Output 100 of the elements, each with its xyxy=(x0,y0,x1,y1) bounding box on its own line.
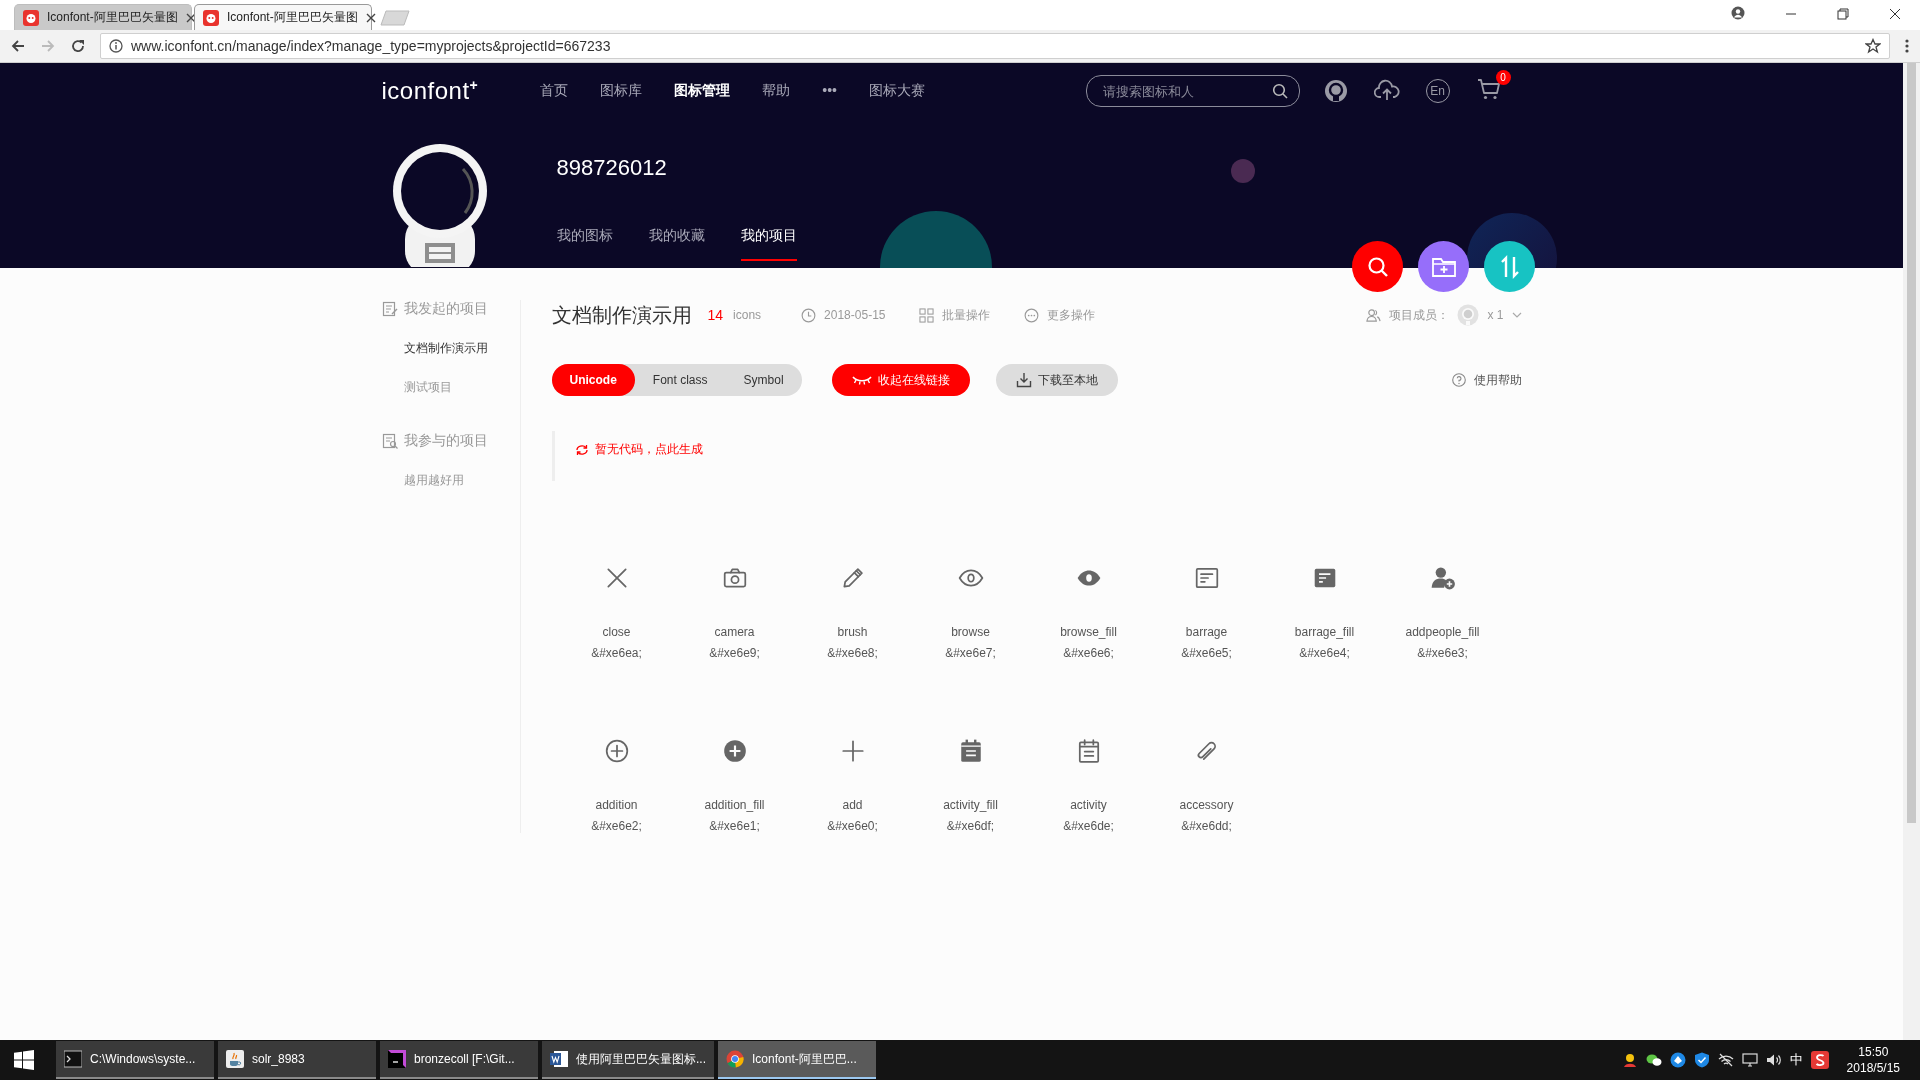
barrage-icon[interactable] xyxy=(1193,565,1220,591)
project-link[interactable]: 文档制作演示用 xyxy=(381,340,520,357)
star-icon[interactable] xyxy=(1865,38,1881,54)
icon-name: add xyxy=(842,798,863,812)
icon-code: &#xe6e7; xyxy=(945,646,996,660)
chat-icon[interactable] xyxy=(1645,1052,1662,1068)
code-type-tab[interactable]: Font class xyxy=(634,364,726,396)
icon-code: &#xe6e9; xyxy=(709,646,760,660)
close-icon[interactable] xyxy=(185,12,196,23)
ime-logo-icon[interactable] xyxy=(1810,1051,1829,1069)
nav-link[interactable]: 图标库 xyxy=(600,82,643,100)
icon-count-unit: icons xyxy=(733,308,762,322)
info-icon[interactable] xyxy=(109,39,123,53)
icon-code: &#xe6e4; xyxy=(1299,646,1350,660)
icon-code: &#xe6e3; xyxy=(1417,646,1468,660)
penguin-icon[interactable] xyxy=(1621,1052,1638,1068)
addpeople-filled-icon[interactable] xyxy=(1429,565,1456,591)
help-link[interactable]: 使用帮助 xyxy=(1451,371,1522,389)
clock-time: 15:50 xyxy=(1858,1044,1889,1060)
icon-name: accessory xyxy=(1179,798,1234,812)
upload-icon[interactable] xyxy=(1373,79,1400,103)
folder-plus-icon xyxy=(1430,255,1457,278)
input-method-indicator[interactable]: 中 xyxy=(1789,1051,1803,1069)
search-icon[interactable] xyxy=(1271,83,1288,99)
icon-name: close xyxy=(602,625,631,639)
date-text: 2018-05-15 xyxy=(824,308,886,322)
taskbar-button[interactable]: C:\Windows\syste... xyxy=(56,1041,214,1079)
section-title: 我发起的项目 xyxy=(403,300,488,318)
clock-icon xyxy=(801,307,817,323)
icon-code: &#xe6e1; xyxy=(709,819,760,833)
url-text: www.iconfont.cn/manage/index?manage_type=myprojects&projectId=667233 xyxy=(131,38,611,54)
browser-tab[interactable]: Iconfont-阿里巴巴矢量图 xyxy=(14,4,192,30)
close-icon[interactable] xyxy=(1889,8,1901,20)
search-list-icon xyxy=(381,433,398,449)
download-button[interactable]: 下载至本地 xyxy=(995,364,1118,396)
reload-icon[interactable] xyxy=(70,38,86,54)
cart-count-badge: 0 xyxy=(1495,70,1511,85)
generate-code-link[interactable]: 暂无代码，点此生成 xyxy=(574,441,1522,458)
taskbar-button[interactable]: 使用阿里巴巴矢量图标... xyxy=(542,1041,714,1079)
cart-icon[interactable] xyxy=(1475,77,1502,101)
tab-title: Iconfont-阿里巴巴矢量图 xyxy=(227,9,358,26)
icon-name: addpeople_fill xyxy=(1405,625,1480,639)
grid-icon xyxy=(919,307,935,323)
icon-name: activity xyxy=(1070,798,1107,812)
shield-icon[interactable] xyxy=(1693,1052,1710,1068)
icon-code: &#xe6df; xyxy=(946,819,995,833)
logo[interactable]: iconfont$^{+}$ xyxy=(381,77,479,105)
code-type-tab[interactable]: Unicode xyxy=(551,364,635,396)
scroll-thumb[interactable] xyxy=(1907,63,1916,823)
profile-tab[interactable]: 我的收藏 xyxy=(648,227,705,261)
icon-name: activity_fill xyxy=(943,798,998,812)
more-icon xyxy=(1024,307,1040,323)
addition-filled-icon[interactable] xyxy=(721,738,748,764)
search-field[interactable]: 请搜索图标和人 xyxy=(1085,75,1300,107)
icon-name: browse xyxy=(951,625,990,639)
tab-title: Iconfont-阿里巴巴矢量图 xyxy=(47,9,178,26)
terminal-icon xyxy=(64,1050,82,1068)
icon-code: &#xe6e6; xyxy=(1063,646,1114,660)
back-icon[interactable] xyxy=(10,38,26,54)
hide-link-button[interactable]: 收起在线链接 xyxy=(831,364,970,396)
wifi-icon[interactable] xyxy=(1717,1052,1734,1068)
camera-icon[interactable] xyxy=(721,565,748,591)
help-icon xyxy=(1451,373,1466,387)
taskbar-button[interactable]: Iconfont-阿里巴巴... xyxy=(718,1041,876,1079)
nav-link[interactable]: 图标管理 xyxy=(674,82,731,100)
user-name: 898726012 xyxy=(556,155,668,181)
icon-code: &#xe6de; xyxy=(1063,819,1114,833)
clock[interactable]: 15:50 2018/5/15 xyxy=(1846,1044,1900,1076)
icon-code: &#xe6e2; xyxy=(591,819,642,833)
windows-start-button[interactable] xyxy=(14,1050,34,1070)
cup-icon xyxy=(226,1050,244,1068)
clock-date: 2018/5/15 xyxy=(1846,1060,1900,1076)
member-count: x 1 xyxy=(1487,308,1504,322)
close-icon[interactable] xyxy=(365,12,376,23)
address-bar[interactable]: www.iconfont.cn/manage/index?manage_type=myprojects&projectId=667233 xyxy=(100,33,1890,59)
icon-code: &#xe6dd; xyxy=(1181,819,1232,833)
speaker-icon[interactable] xyxy=(1765,1052,1782,1068)
nav-link[interactable]: 帮助 xyxy=(762,82,791,100)
taskbar-button[interactable]: solr_8983 xyxy=(218,1041,376,1079)
profile-icon[interactable] xyxy=(1731,6,1745,20)
profile-tab[interactable]: 我的图标 xyxy=(556,227,613,261)
nav-link[interactable]: 图标大赛 xyxy=(868,82,925,100)
menu-icon[interactable] xyxy=(1904,38,1910,54)
code-type-tab[interactable]: Symbol xyxy=(725,364,802,396)
closed-eye-icon xyxy=(851,375,872,385)
bird-icon[interactable] xyxy=(1669,1052,1686,1068)
icon-name: barrage xyxy=(1185,625,1228,639)
addition-icon[interactable] xyxy=(603,738,630,764)
helmet-icon[interactable] xyxy=(1323,79,1348,103)
network-icon[interactable] xyxy=(1741,1052,1758,1068)
icon-code: &#xe6ea; xyxy=(591,646,642,660)
taskbar-button[interactable]: bronzecoll [F:\Git... xyxy=(380,1041,538,1079)
search-icon xyxy=(1366,255,1389,278)
restore-icon[interactable] xyxy=(1837,8,1849,20)
profile-tab[interactable]: 我的项目 xyxy=(740,227,797,261)
nav-link[interactable]: ••• xyxy=(822,82,837,100)
scrollbar[interactable] xyxy=(1903,63,1920,1040)
nav-link[interactable]: 首页 xyxy=(540,82,569,100)
ide-icon xyxy=(388,1050,406,1068)
icon-name: barrage_fill xyxy=(1294,625,1355,639)
